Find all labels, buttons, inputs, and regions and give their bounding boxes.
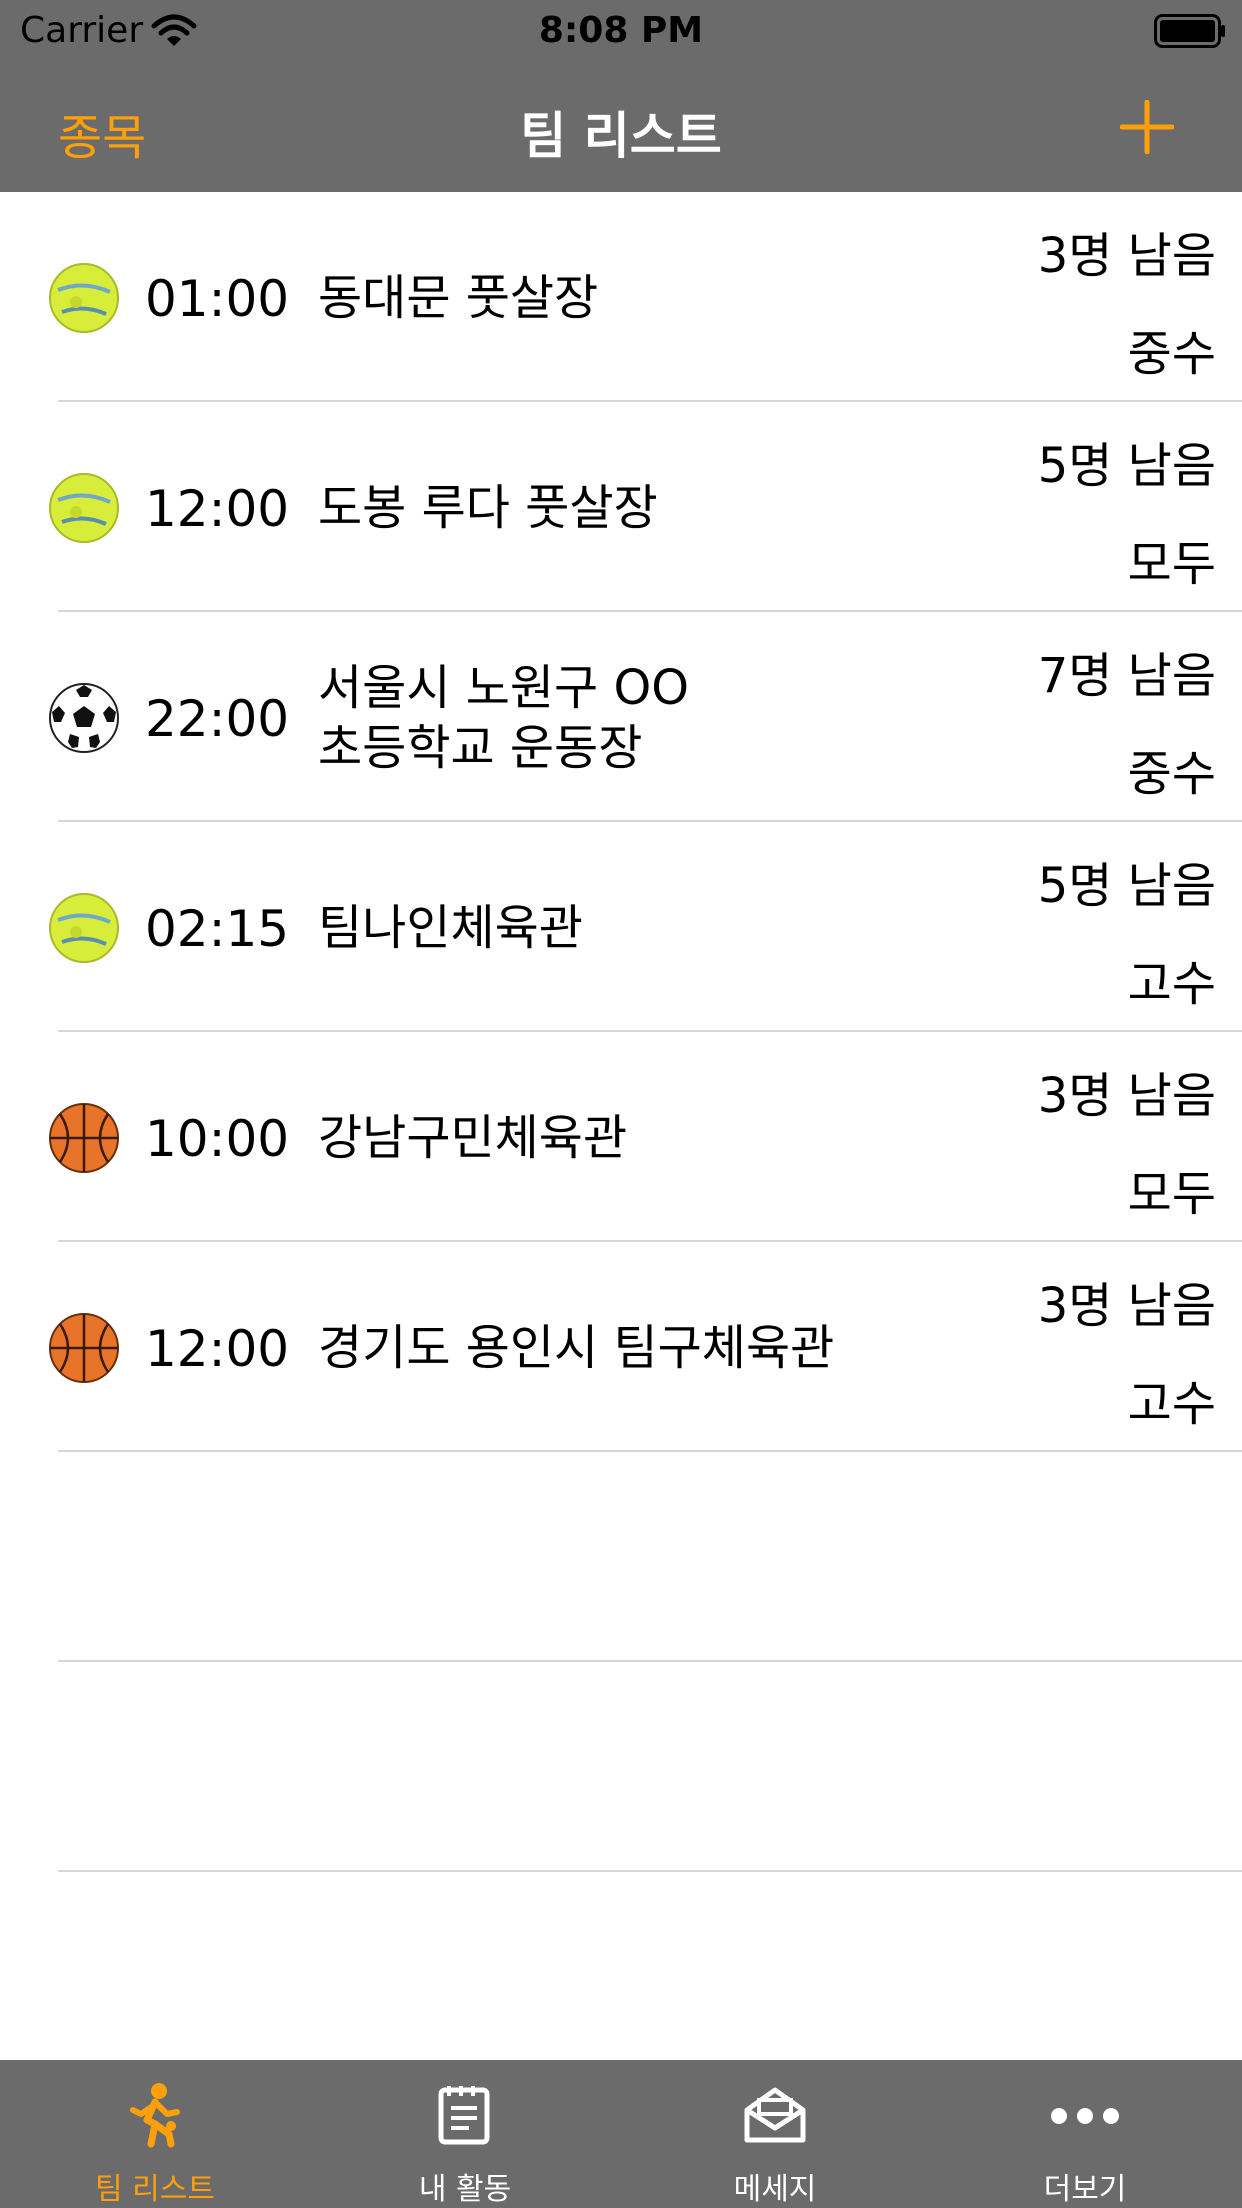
battery-icon (1154, 14, 1225, 48)
venue-name: 경기도 용인시 팀구체육관 (318, 1320, 835, 1376)
venue-name-line2: 초등학교 운동장 (318, 720, 643, 776)
team-row[interactable]: 12:00 도봉 루다 풋살장 5명 남음 모두 (0, 402, 1242, 612)
navigation-bar: 종목 팀 리스트 (0, 62, 1242, 192)
match-time: 12:00 (145, 480, 290, 538)
row-separator (58, 1870, 1242, 1872)
match-time: 02:15 (145, 900, 290, 958)
match-time: 22:00 (145, 690, 290, 748)
empty-row (0, 1452, 1242, 1662)
spots-remaining: 3명 남음 (1037, 1068, 1216, 1124)
team-row[interactable]: 10:00 강남구민체육관 3명 남음 모두 (0, 1032, 1242, 1242)
soccer-ball-icon (49, 683, 119, 753)
spots-remaining: 3명 남음 (1037, 228, 1216, 284)
skill-level: 중수 (1127, 326, 1216, 382)
spots-remaining: 5명 남음 (1037, 858, 1216, 914)
status-bar: Carrier 8:08 PM (0, 0, 1242, 62)
skill-level: 모두 (1127, 1166, 1216, 1222)
empty-row (0, 1662, 1242, 1872)
status-time: 8:08 PM (538, 10, 704, 51)
plus-icon[interactable] (1120, 100, 1174, 154)
futsal-ball-icon (49, 893, 119, 963)
tab-bar: 팀 리스트 내 활동 메세지 더보기 (0, 2060, 1242, 2208)
venue-name: 서울시 노원구 OO 초등학교 운동장 (318, 658, 738, 778)
match-time: 01:00 (145, 270, 290, 328)
envelope-icon (744, 2087, 806, 2143)
runner-icon (130, 2083, 180, 2148)
spots-remaining: 3명 남음 (1037, 1278, 1216, 1334)
venue-name-line1: 서울시 노원구 OO (318, 660, 690, 716)
notepad-icon (438, 2086, 490, 2145)
basketball-icon (49, 1313, 119, 1383)
tab-label: 더보기 (1043, 2172, 1127, 2207)
team-row[interactable]: 01:00 동대문 풋살장 3명 남음 중수 (0, 192, 1242, 402)
match-time: 10:00 (145, 1110, 290, 1168)
venue-name: 강남구민체육관 (318, 1110, 628, 1166)
futsal-ball-icon (49, 263, 119, 333)
team-row[interactable]: 12:00 경기도 용인시 팀구체육관 3명 남음 고수 (0, 1242, 1242, 1452)
basketball-icon (49, 1103, 119, 1173)
futsal-ball-icon (49, 473, 119, 543)
venue-name: 도봉 루다 풋살장 (318, 480, 658, 536)
match-time: 12:00 (145, 1320, 290, 1378)
skill-level: 중수 (1127, 746, 1216, 802)
venue-name: 팀나인체육관 (318, 900, 583, 956)
skill-level: 고수 (1127, 1376, 1216, 1432)
team-row[interactable]: 22:00 서울시 노원구 OO 초등학교 운동장 7명 남음 중수 (0, 612, 1242, 822)
page-title: 팀 리스트 (520, 107, 722, 165)
spots-remaining: 5명 남음 (1037, 438, 1216, 494)
tab-my-activity[interactable]: 내 활동 (310, 2060, 620, 2208)
skill-level: 모두 (1127, 536, 1216, 592)
team-row[interactable]: 02:15 팀나인체육관 5명 남음 고수 (0, 822, 1242, 1032)
tab-label: 내 활동 (418, 2172, 512, 2207)
more-icon (1051, 2108, 1119, 2124)
tab-more[interactable]: 더보기 (930, 2060, 1240, 2208)
tab-label: 팀 리스트 (95, 2172, 215, 2207)
tab-messages[interactable]: 메세지 (620, 2060, 930, 2208)
team-list: 01:00 동대문 풋살장 3명 남음 중수 12:00 도봉 루다 풋살장 5… (0, 192, 1242, 1872)
skill-level: 고수 (1127, 956, 1216, 1012)
tab-team-list[interactable]: 팀 리스트 (0, 2060, 310, 2208)
spots-remaining: 7명 남음 (1037, 648, 1216, 704)
tab-label: 메세지 (733, 2172, 817, 2207)
venue-name: 동대문 풋살장 (318, 270, 599, 326)
